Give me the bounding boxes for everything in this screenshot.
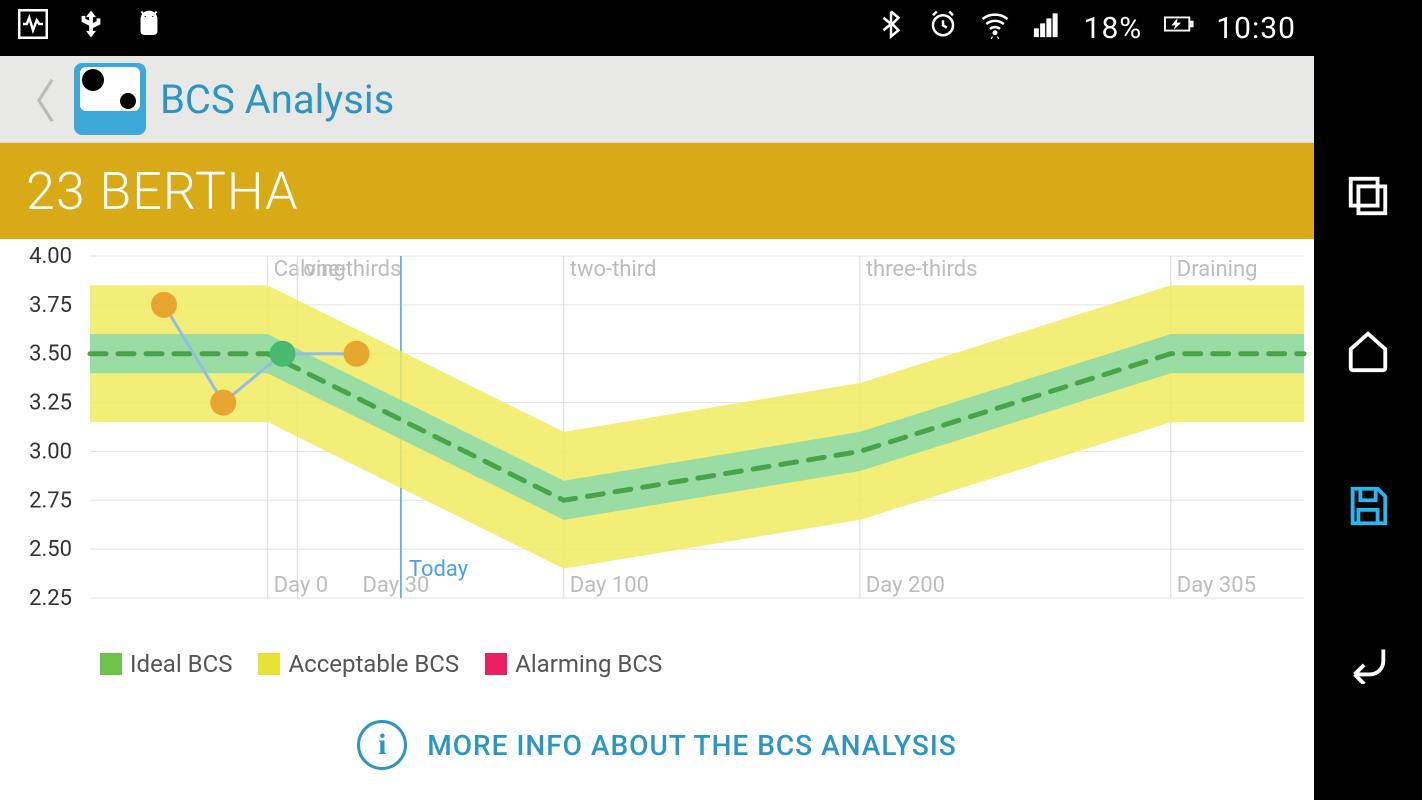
- svg-text:3.50: 3.50: [29, 342, 72, 367]
- svg-text:2.50: 2.50: [29, 537, 72, 562]
- page-title: BCS Analysis: [160, 76, 394, 123]
- subject-title: 23 BERTHA: [26, 161, 299, 222]
- svg-text:Day 305: Day 305: [1177, 573, 1256, 598]
- wifi-icon: [980, 9, 1010, 47]
- home-icon[interactable]: [1345, 328, 1391, 378]
- clock: 10:30: [1216, 11, 1296, 46]
- usb-icon: [76, 9, 106, 47]
- recent-apps-icon[interactable]: [1345, 173, 1391, 223]
- svg-text:3.25: 3.25: [29, 391, 72, 416]
- svg-text:two-third: two-third: [570, 257, 657, 282]
- app-icon[interactable]: [74, 63, 146, 135]
- bcs-chart: 4.003.753.503.253.002.752.502.25Calvingo…: [0, 238, 1314, 658]
- chart-legend: Ideal BCS Acceptable BCS Alarming BCS: [100, 650, 662, 678]
- legend-item-alarming: Alarming BCS: [485, 650, 662, 678]
- subject-header: 23 BERTHA: [0, 143, 1314, 239]
- svg-text:three-thirds: three-thirds: [866, 257, 978, 282]
- android-robot-icon: [134, 9, 164, 47]
- android-nav-rail: [1314, 0, 1422, 800]
- svg-text:one-thirds: one-thirds: [303, 257, 401, 282]
- svg-text:3.75: 3.75: [29, 293, 72, 318]
- svg-text:2.25: 2.25: [29, 586, 72, 611]
- bluetooth-icon: [876, 9, 906, 47]
- app-action-bar: 〈 BCS Analysis: [0, 56, 1314, 143]
- svg-text:Day 0: Day 0: [274, 573, 328, 598]
- svg-text:4.00: 4.00: [29, 244, 72, 269]
- legend-item-ideal: Ideal BCS: [100, 650, 232, 678]
- back-icon[interactable]: [1345, 638, 1391, 688]
- info-icon: i: [357, 720, 407, 770]
- more-info-link[interactable]: i MORE INFO ABOUT THE BCS ANALYSIS: [0, 720, 1314, 770]
- svg-text:Draining: Draining: [1177, 257, 1258, 282]
- legend-item-acceptable: Acceptable BCS: [258, 650, 459, 678]
- battery-percent: 18%: [1084, 11, 1143, 46]
- signal-icon: [1032, 9, 1062, 47]
- svg-text:Day 100: Day 100: [570, 573, 649, 598]
- svg-text:2.75: 2.75: [29, 488, 72, 513]
- more-info-label: MORE INFO ABOUT THE BCS ANALYSIS: [427, 729, 956, 762]
- back-chevron-icon[interactable]: 〈: [6, 66, 60, 132]
- save-icon[interactable]: [1345, 483, 1391, 533]
- android-status-bar: 18% 10:30: [0, 0, 1314, 56]
- waveform-icon: [18, 9, 48, 47]
- alarm-icon: [928, 9, 958, 47]
- svg-text:3.00: 3.00: [29, 439, 72, 464]
- svg-text:Day 200: Day 200: [866, 573, 945, 598]
- battery-charging-icon: [1164, 9, 1194, 47]
- svg-text:Today: Today: [409, 557, 469, 582]
